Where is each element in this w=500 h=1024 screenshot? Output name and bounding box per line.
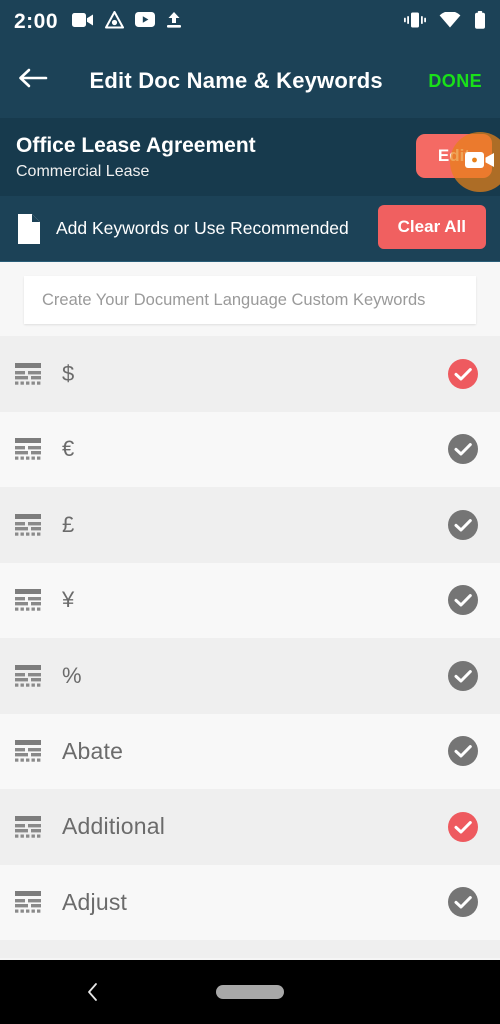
text-lines-icon (14, 815, 44, 839)
custom-keyword-input[interactable] (24, 276, 476, 324)
checkmark-icon-unselected[interactable] (448, 585, 478, 616)
keyword-row[interactable]: ¥ (0, 562, 500, 638)
document-header: Office Lease Agreement Commercial Lease … (0, 118, 500, 196)
checkmark-icon-selected[interactable] (448, 811, 478, 842)
wifi-icon (439, 10, 461, 33)
status-right-icons (404, 10, 486, 34)
keyword-label: Abate (62, 737, 124, 764)
checkmark-icon-selected[interactable] (448, 358, 478, 389)
youtube-icon (135, 12, 156, 32)
text-lines-icon (14, 513, 44, 537)
nav-back-chevron-icon[interactable] (82, 981, 104, 1003)
video-camera-icon (465, 150, 495, 175)
keyword-label: ¥ (62, 587, 75, 613)
vibrate-icon (404, 12, 426, 33)
keyword-label: Additional (62, 813, 166, 840)
custom-keyword-input-wrap (0, 262, 500, 336)
text-lines-icon (14, 588, 44, 612)
list-bottom-strip (0, 940, 500, 958)
keyword-row[interactable]: Abate (0, 713, 500, 789)
text-lines-icon (14, 664, 44, 688)
upload-icon (166, 11, 182, 33)
document-header-texts: Office Lease Agreement Commercial Lease (16, 134, 256, 181)
keyword-row[interactable]: £ (0, 487, 500, 563)
status-left-icons (72, 10, 182, 34)
keyword-label: £ (62, 511, 75, 537)
document-title: Office Lease Agreement (16, 133, 256, 157)
checkmark-icon-unselected[interactable] (448, 509, 478, 540)
keyword-label: % (62, 662, 82, 688)
battery-icon (474, 10, 486, 34)
keywords-bar: Add Keywords or Use Recommended Clear Al… (0, 196, 500, 262)
keyword-row[interactable]: Adjust (0, 864, 500, 940)
text-lines-icon (14, 362, 44, 386)
keyword-label: $ (62, 360, 75, 386)
back-arrow-icon[interactable] (18, 66, 48, 96)
status-time: 2:00 (14, 10, 59, 33)
title-bar: Edit Doc Name & Keywords DONE (0, 44, 500, 118)
clear-all-button[interactable]: Clear All (377, 205, 486, 249)
checkmark-icon-unselected[interactable] (448, 660, 478, 691)
keyword-row[interactable]: % (0, 638, 500, 714)
keyword-label: Adjust (62, 888, 128, 915)
checkmark-icon-unselected[interactable] (448, 736, 478, 767)
done-button[interactable]: DONE (428, 71, 482, 92)
video-camera-icon (72, 12, 94, 33)
keyword-row[interactable]: € (0, 411, 500, 487)
document-file-icon (16, 213, 42, 245)
app-root: 2:00 Edit Doc Name & Keywords DONE Offic… (0, 0, 500, 1024)
text-lines-icon (14, 437, 44, 461)
status-bar: 2:00 (0, 0, 500, 44)
keyword-row[interactable]: Additional (0, 789, 500, 865)
document-subtitle: Commercial Lease (16, 162, 150, 180)
keyword-row[interactable]: $ (0, 336, 500, 412)
keyword-list: $ € £ ¥% Abate Additional Adjust (0, 336, 500, 940)
nav-home-pill-icon[interactable] (216, 985, 284, 999)
text-lines-icon (14, 890, 44, 914)
system-nav-bar (0, 960, 500, 1024)
checkmark-icon-unselected[interactable] (448, 887, 478, 918)
checkmark-icon-unselected[interactable] (448, 434, 478, 465)
page-title: Edit Doc Name & Keywords (89, 68, 383, 93)
drive-triangle-icon (105, 10, 125, 34)
keyword-label: € (62, 436, 75, 462)
keywords-bar-label: Add Keywords or Use Recommended (56, 218, 349, 238)
text-lines-icon (14, 739, 44, 763)
